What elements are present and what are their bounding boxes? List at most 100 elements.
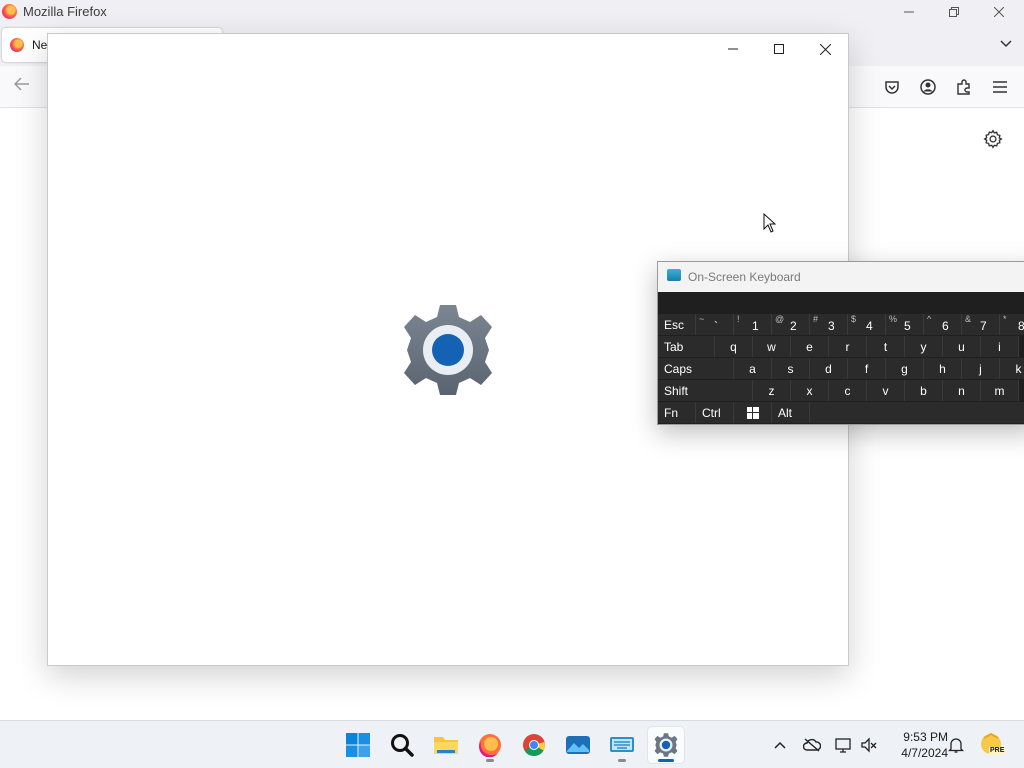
- firefox-icon: [479, 734, 501, 757]
- account-button[interactable]: [919, 78, 937, 96]
- osk-key-m[interactable]: m: [981, 380, 1019, 401]
- key-label: j: [979, 361, 982, 376]
- key-label: b: [920, 383, 927, 398]
- osk-key-1[interactable]: ! 1: [734, 314, 772, 335]
- list-all-tabs-button[interactable]: [1000, 35, 1012, 51]
- onedrive-button[interactable]: [802, 735, 822, 755]
- osk-key-x[interactable]: x: [791, 380, 829, 401]
- osk-row: Tab q w e r t y u i: [658, 336, 1024, 358]
- settings-close-button[interactable]: [802, 34, 848, 64]
- maximize-icon: [774, 44, 784, 54]
- chevron-up-icon: [774, 741, 786, 749]
- key-label: c: [844, 383, 851, 398]
- key-label: 1: [752, 319, 759, 333]
- osk-key-8[interactable]: *8: [1000, 314, 1024, 335]
- osk-key-n[interactable]: n: [943, 380, 981, 401]
- file-explorer-button[interactable]: [428, 727, 464, 763]
- osk-key-4[interactable]: $4: [848, 314, 886, 335]
- osk-key-shift[interactable]: Shift: [658, 380, 753, 401]
- osk-key-esc[interactable]: Esc: [658, 314, 696, 335]
- key-label: z: [768, 383, 775, 398]
- running-indicator: [486, 759, 494, 762]
- osk-key-2[interactable]: @2: [772, 314, 810, 335]
- osk-key-a[interactable]: a: [734, 358, 772, 379]
- clock[interactable]: 9:53 PM 4/7/2024: [888, 729, 948, 761]
- osk-key-t[interactable]: t: [867, 336, 905, 357]
- notifications-button[interactable]: [946, 735, 966, 755]
- mouse-cursor: [763, 212, 777, 236]
- osk-key-h[interactable]: h: [924, 358, 962, 379]
- extensions-button[interactable]: [955, 78, 973, 96]
- settings-taskbar-button[interactable]: [648, 727, 684, 763]
- osk-key-5[interactable]: % 5: [886, 314, 924, 335]
- pocket-icon: [885, 81, 899, 94]
- osk-key-f[interactable]: f: [848, 358, 886, 379]
- settings-minimize-button[interactable]: [710, 34, 756, 64]
- network-button[interactable]: [834, 735, 854, 755]
- osk-key-q[interactable]: q: [715, 336, 753, 357]
- osk-key-3[interactable]: #3: [810, 314, 848, 335]
- settings-maximize-button[interactable]: [756, 34, 802, 64]
- osk-key-`[interactable]: ~ `: [696, 314, 734, 335]
- customize-new-tab-button[interactable]: [983, 129, 1003, 152]
- osk-key-space[interactable]: [810, 402, 1024, 423]
- photos-taskbar-button[interactable]: [560, 727, 596, 763]
- osk-key-i[interactable]: i: [981, 336, 1019, 357]
- osk-key-alt[interactable]: Alt: [772, 402, 810, 423]
- on-screen-keyboard-taskbar-button[interactable]: [604, 727, 640, 763]
- key-shift-label: !: [737, 314, 740, 324]
- osk-key-r[interactable]: r: [829, 336, 867, 357]
- key-shift-label: ~: [699, 314, 705, 324]
- osk-key-w[interactable]: w: [753, 336, 791, 357]
- osk-key-b[interactable]: b: [905, 380, 943, 401]
- firefox-taskbar-button[interactable]: [472, 727, 508, 763]
- osk-key-v[interactable]: v: [867, 380, 905, 401]
- osk-key-caps[interactable]: Caps: [658, 358, 734, 379]
- osk-key-j[interactable]: j: [962, 358, 1000, 379]
- osk-key-7[interactable]: & 7: [962, 314, 1000, 335]
- back-button[interactable]: [13, 76, 30, 96]
- osk-key-c[interactable]: c: [829, 380, 867, 401]
- osk-row: Esc~`!1@2#3$4%5^6&7*8: [658, 314, 1024, 336]
- clock-date: 4/7/2024: [901, 746, 948, 760]
- osk-titlebar[interactable]: On-Screen Keyboard: [658, 262, 1024, 292]
- key-label: Esc: [664, 317, 685, 332]
- osk-key-e[interactable]: e: [791, 336, 829, 357]
- show-hidden-icons-button[interactable]: [770, 735, 790, 755]
- volume-button[interactable]: [859, 735, 879, 755]
- firefox-restore-button[interactable]: [931, 0, 977, 23]
- menu-button[interactable]: [991, 78, 1009, 96]
- osk-key-tab[interactable]: Tab: [658, 336, 715, 357]
- firefox-close-button[interactable]: [976, 0, 1022, 23]
- osk-key-fn[interactable]: Fn: [658, 402, 696, 423]
- osk-key-k[interactable]: k: [1000, 358, 1024, 379]
- key-label: 6: [942, 319, 949, 333]
- photos-icon: [566, 736, 590, 754]
- key-label: Caps: [664, 361, 693, 376]
- osk-key-ctrl[interactable]: Ctrl: [696, 402, 734, 423]
- osk-key-6[interactable]: ^ 6: [924, 314, 962, 335]
- firefox-titlebar: Mozilla Firefox: [0, 0, 1024, 23]
- start-button[interactable]: [340, 727, 376, 763]
- pocket-button[interactable]: [883, 78, 901, 96]
- osk-key-s[interactable]: s: [772, 358, 810, 379]
- bell-icon: [948, 738, 964, 753]
- osk-key-d[interactable]: d: [810, 358, 848, 379]
- search-button[interactable]: [384, 727, 420, 763]
- firefox-logo-icon: [2, 4, 17, 19]
- key-label: d: [825, 361, 832, 376]
- key-label: q: [730, 339, 737, 354]
- network-icon: [835, 738, 851, 753]
- osk-key-windows[interactable]: [734, 402, 772, 423]
- osk-key-g[interactable]: g: [886, 358, 924, 379]
- insider-badge: PRE: [980, 732, 1006, 758]
- puzzle-icon: [957, 79, 970, 95]
- osk-key-y[interactable]: y: [905, 336, 943, 357]
- chrome-taskbar-button[interactable]: [516, 727, 552, 763]
- osk-key-u[interactable]: u: [943, 336, 981, 357]
- osk-key-z[interactable]: z: [753, 380, 791, 401]
- firefox-minimize-button[interactable]: [886, 0, 932, 23]
- key-label: Tab: [664, 339, 684, 354]
- key-label: 3: [828, 319, 835, 333]
- key-shift-label: $: [851, 314, 857, 324]
